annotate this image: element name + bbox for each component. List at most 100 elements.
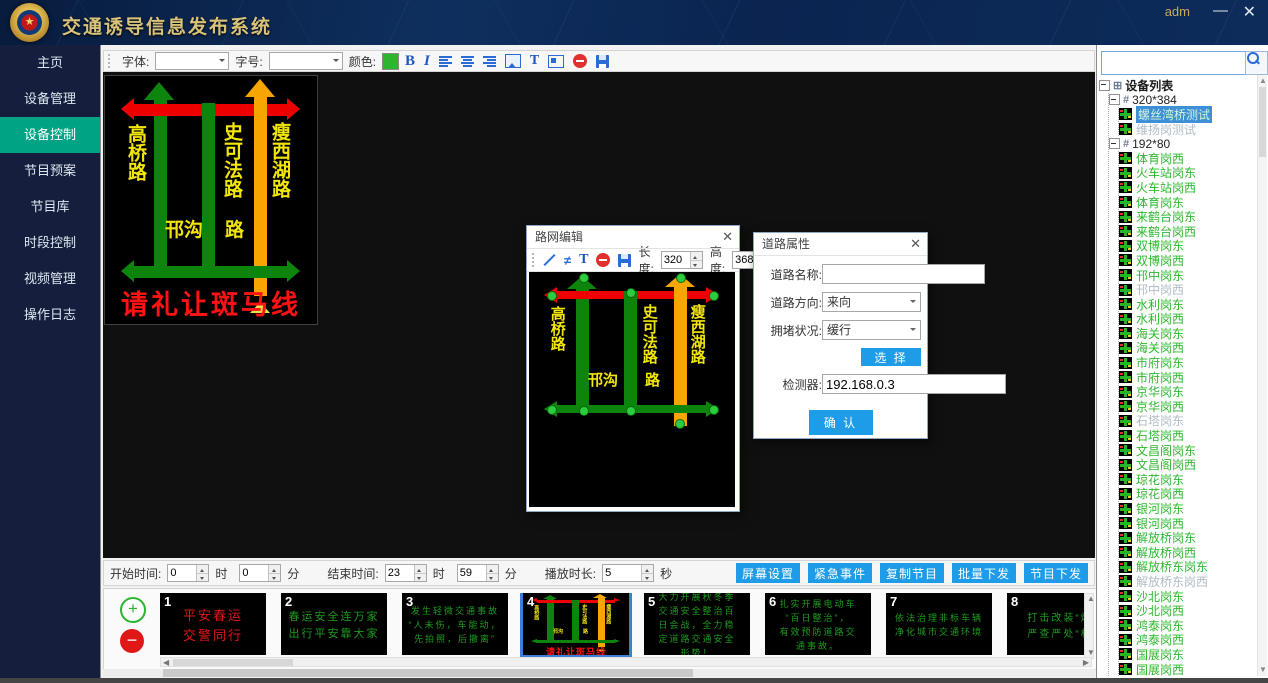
device-item-海关岗西[interactable]: 海关岗西 <box>1119 341 1257 356</box>
device-item-国展岗东[interactable]: 国展岗东 <box>1119 647 1257 662</box>
device-item-来鹤台岗东[interactable]: 来鹤台岗东 <box>1119 209 1257 224</box>
sidebar-item-操作日志[interactable]: 操作日志 <box>0 297 100 333</box>
program-thumbnail-1[interactable]: 1平安春运交警同行 <box>160 593 266 655</box>
text-icon[interactable]: T <box>530 53 539 69</box>
device-item-文昌阁岗东[interactable]: 文昌阁岗东 <box>1119 443 1257 458</box>
text-icon[interactable]: T <box>579 252 588 268</box>
image-icon[interactable] <box>505 54 521 68</box>
minimize-icon[interactable]: — <box>1213 2 1228 19</box>
bold-icon[interactable]: B <box>405 53 415 70</box>
device-item-京华岗东[interactable]: 京华岗东 <box>1119 384 1257 399</box>
tree-row[interactable]: #192*80 <box>1109 136 1257 151</box>
road-direction-select[interactable]: 来向 <box>822 292 921 312</box>
save-icon[interactable] <box>618 254 631 267</box>
length-spinner[interactable] <box>661 251 703 269</box>
spinner-arrows-icon[interactable] <box>268 565 280 581</box>
device-item-解放桥岗西[interactable]: 解放桥岗西 <box>1119 545 1257 560</box>
device-item-解放桥东岗西[interactable]: 解放桥东岗西 <box>1119 574 1257 589</box>
sidebar-item-主页[interactable]: 主页 <box>0 45 100 81</box>
program-thumbnail-2[interactable]: 2春运安全连万家出行平安靠大家 <box>281 593 387 655</box>
sidebar-item-设备管理[interactable]: 设备管理 <box>0 81 100 117</box>
device-item-海关岗东[interactable]: 海关岗东 <box>1119 326 1257 341</box>
close-icon[interactable]: ✕ <box>910 233 921 255</box>
action-button-紧急事件[interactable]: 紧急事件 <box>808 563 872 583</box>
scrollbar-thumb[interactable] <box>173 659 293 666</box>
device-item-市府岗西[interactable]: 市府岗西 <box>1119 370 1257 385</box>
sidebar-item-设备控制[interactable]: 设备控制 <box>0 117 100 153</box>
start-minute-spinner[interactable] <box>239 564 281 582</box>
device-item-水利岗西[interactable]: 水利岗西 <box>1119 312 1257 327</box>
device-item-琼花岗东[interactable]: 琼花岗东 <box>1119 472 1257 487</box>
search-button[interactable] <box>1245 51 1268 75</box>
device-item-螺丝湾桥测试[interactable]: 螺丝湾桥测试 <box>1119 107 1257 122</box>
sidebar-item-视频管理[interactable]: 视频管理 <box>0 261 100 297</box>
device-item-水利岗东[interactable]: 水利岗东 <box>1119 297 1257 312</box>
scrollbar-thumb[interactable] <box>1259 87 1266 157</box>
road-name-input[interactable] <box>822 264 985 284</box>
device-item-火车站岗东[interactable]: 火车站岗东 <box>1119 166 1257 181</box>
congestion-select[interactable]: 缓行 <box>822 320 921 340</box>
device-item-体育岗西[interactable]: 体育岗西 <box>1119 151 1257 166</box>
spinner-arrows-icon[interactable] <box>196 565 208 581</box>
remove-icon[interactable] <box>573 54 587 68</box>
scroll-right-icon[interactable]: ▶ <box>1083 659 1089 667</box>
action-button-屏幕设置[interactable]: 屏幕设置 <box>736 563 800 583</box>
remove-program-button[interactable]: − <box>120 629 144 653</box>
device-item-国展岗西[interactable]: 国展岗西 <box>1119 662 1257 676</box>
select-detector-button[interactable]: 选 择 <box>861 348 921 366</box>
align-left-icon[interactable] <box>439 56 452 67</box>
device-item-鸿泰岗东[interactable]: 鸿泰岗东 <box>1119 618 1257 633</box>
spinner-arrows-icon[interactable] <box>690 252 702 268</box>
end-minute-input[interactable] <box>458 565 486 581</box>
device-item-京华岗西[interactable]: 京华岗西 <box>1119 399 1257 414</box>
program-thumbnail-7[interactable]: 7依法治理非标车辆净化城市交通环境 <box>886 593 992 655</box>
spinner-arrows-icon[interactable] <box>641 565 653 581</box>
spinner-arrows-icon[interactable] <box>486 565 498 581</box>
device-item-维扬岗测试[interactable]: 维扬岗测试 <box>1119 122 1257 137</box>
device-item-沙北岗西[interactable]: 沙北岗西 <box>1119 603 1257 618</box>
device-item-来鹤台岗西[interactable]: 来鹤台岗西 <box>1119 224 1257 239</box>
confirm-button[interactable]: 确 认 <box>809 410 873 435</box>
strip-horizontal-scrollbar[interactable]: ◀ ▶ <box>160 657 1092 667</box>
scroll-up-icon[interactable]: ▲ <box>1087 595 1095 603</box>
device-item-解放桥东岗东[interactable]: 解放桥东岗东 <box>1119 560 1257 575</box>
scroll-up-icon[interactable]: ▲ <box>1259 77 1267 85</box>
collapse-icon[interactable] <box>1109 138 1120 149</box>
device-item-邗中岗西[interactable]: 邗中岗西 <box>1119 282 1257 297</box>
scroll-left-icon[interactable]: ◀ <box>163 659 169 667</box>
action-button-节目下发[interactable]: 节目下发 <box>1024 563 1088 583</box>
device-item-解放桥岗东[interactable]: 解放桥岗东 <box>1119 530 1257 545</box>
start-minute-input[interactable] <box>240 565 268 581</box>
device-item-银河岗东[interactable]: 银河岗东 <box>1119 501 1257 516</box>
road-icon[interactable]: ≠ <box>564 253 571 268</box>
add-program-button[interactable]: + <box>120 597 146 623</box>
device-item-双博岗东[interactable]: 双博岗东 <box>1119 239 1257 254</box>
tree-row[interactable]: #320*384 <box>1109 93 1257 108</box>
length-input[interactable] <box>662 252 690 268</box>
italic-icon[interactable]: I <box>424 53 430 70</box>
device-item-体育岗东[interactable]: 体育岗东 <box>1119 195 1257 210</box>
tree-row[interactable]: ⊞设备列表 <box>1099 78 1257 93</box>
device-item-银河岗西[interactable]: 银河岗西 <box>1119 516 1257 531</box>
close-icon[interactable]: ✕ <box>722 226 733 248</box>
close-icon[interactable]: ✕ <box>1243 2 1256 22</box>
program-thumbnail-5[interactable]: 5大力开展秋冬季交通安全整治百日会战，全力稳定道路交通安全形势！ <box>644 593 750 655</box>
align-center-icon[interactable] <box>461 56 474 67</box>
scrollbar-thumb[interactable] <box>163 669 693 677</box>
device-item-文昌阁岗西[interactable]: 文昌阁岗西 <box>1119 457 1257 472</box>
font-select[interactable] <box>155 52 229 70</box>
remove-icon[interactable] <box>596 253 610 267</box>
sidebar-item-节目预案[interactable]: 节目预案 <box>0 153 100 189</box>
duration-input[interactable] <box>603 565 641 581</box>
screen-icon[interactable] <box>548 55 564 68</box>
start-hour-input[interactable] <box>168 565 196 581</box>
collapse-icon[interactable] <box>1109 94 1120 105</box>
program-thumbnail-8[interactable]: 8打击改装“炸严查严处“机 <box>1007 593 1084 655</box>
align-right-icon[interactable] <box>483 56 496 67</box>
device-item-鸿泰岗西[interactable]: 鸿泰岗西 <box>1119 633 1257 648</box>
sidebar-item-节目库[interactable]: 节目库 <box>0 189 100 225</box>
road-network-canvas[interactable]: 高桥路史可法路瘦西湖路邗沟路 <box>529 272 735 507</box>
device-item-石塔岗东[interactable]: 石塔岗东 <box>1119 414 1257 429</box>
action-button-复制节目[interactable]: 复制节目 <box>880 563 944 583</box>
end-hour-spinner[interactable] <box>385 564 427 582</box>
